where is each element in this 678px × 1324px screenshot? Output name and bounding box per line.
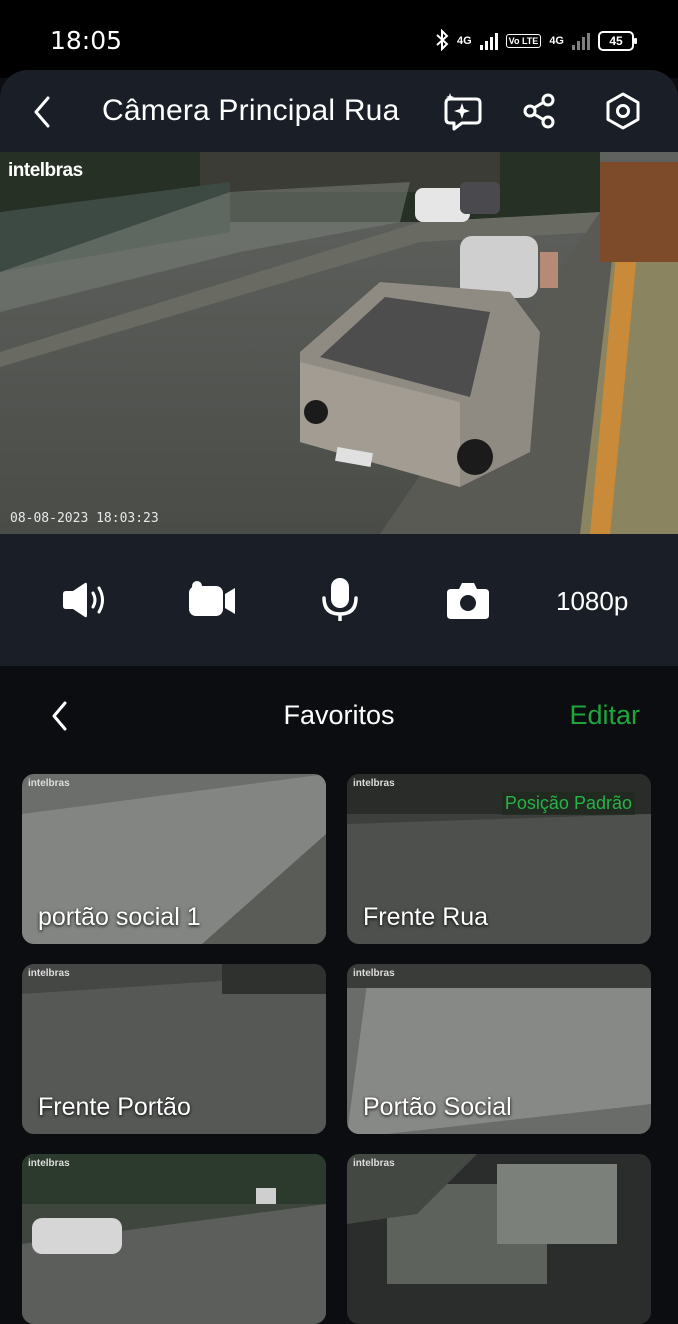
tile-brand: intelbras bbox=[353, 968, 395, 979]
camera-tile[interactable]: intelbras portão social 1 bbox=[22, 774, 326, 944]
ai-sparkle-button[interactable] bbox=[440, 88, 486, 134]
camera-tile[interactable]: intelbras Posição Padrão Frente Rua bbox=[347, 774, 651, 944]
video-scene bbox=[0, 152, 678, 534]
back-button[interactable] bbox=[26, 92, 58, 132]
camera-tile[interactable]: intelbras Portão Social bbox=[347, 964, 651, 1134]
status-time: 18:05 bbox=[50, 26, 123, 55]
favorites-header: Favoritos Editar bbox=[0, 666, 678, 766]
app-header: Câmera Principal Rua bbox=[0, 70, 678, 154]
camera-thumbnail bbox=[347, 1154, 651, 1324]
quality-selector[interactable]: 1080p bbox=[556, 586, 628, 617]
settings-button[interactable] bbox=[600, 88, 646, 134]
preset-position-badge: Posição Padrão bbox=[501, 792, 635, 815]
camera-tile[interactable]: intelbras Frente Portão bbox=[22, 964, 326, 1134]
tile-brand: intelbras bbox=[353, 1158, 395, 1169]
signal-strength-icon bbox=[479, 32, 498, 50]
snapshot-button[interactable] bbox=[440, 574, 496, 626]
camera-brand-watermark: intelbras bbox=[8, 160, 83, 181]
status-bar: 18:05 4G Vo LTE 4G 45 bbox=[0, 0, 678, 78]
live-video-feed[interactable]: intelbras 08-08-2023 18:03:23 bbox=[0, 152, 678, 534]
speaker-button[interactable] bbox=[56, 574, 112, 626]
tile-brand: intelbras bbox=[28, 968, 70, 979]
status-icons: 4G Vo LTE 4G 45 bbox=[435, 26, 637, 56]
camera-tile[interactable]: intelbras bbox=[347, 1154, 651, 1324]
tile-brand: intelbras bbox=[353, 778, 395, 789]
network-type-1: 4G bbox=[456, 34, 472, 47]
video-timestamp: 08-08-2023 18:03:23 bbox=[10, 511, 159, 526]
battery-icon: 45 bbox=[598, 31, 637, 51]
edit-button[interactable]: Editar bbox=[569, 700, 640, 731]
tile-label: Portão Social bbox=[363, 1093, 512, 1121]
tile-label: portão social 1 bbox=[38, 903, 201, 931]
settings-hexagon-icon bbox=[606, 92, 640, 130]
camera-thumbnail bbox=[22, 1154, 326, 1324]
playback-controls: 1080p bbox=[0, 534, 678, 666]
speaker-icon bbox=[63, 582, 104, 618]
record-video-button[interactable] bbox=[184, 574, 240, 626]
bluetooth-icon bbox=[435, 28, 449, 54]
share-button[interactable] bbox=[516, 88, 562, 134]
network-type-2: 4G bbox=[549, 34, 564, 47]
tile-label: Frente Rua bbox=[363, 903, 489, 931]
microphone-icon bbox=[322, 578, 358, 621]
tile-brand: intelbras bbox=[28, 778, 70, 789]
page-title: Câmera Principal Rua bbox=[102, 94, 400, 127]
signal-strength-icon-2 bbox=[572, 32, 590, 50]
ai-sparkle-icon bbox=[444, 93, 482, 131]
share-icon bbox=[523, 93, 555, 129]
camera-tile-selected[interactable]: intelbras bbox=[22, 1154, 326, 1324]
microphone-button[interactable] bbox=[312, 574, 368, 626]
tile-brand: intelbras bbox=[28, 1158, 70, 1169]
back-chevron-icon bbox=[34, 96, 50, 128]
video-record-icon bbox=[189, 581, 235, 616]
tile-label: Frente Portão bbox=[38, 1093, 191, 1121]
camera-snapshot-icon bbox=[447, 583, 489, 619]
volte-badge: Vo LTE bbox=[505, 34, 542, 48]
